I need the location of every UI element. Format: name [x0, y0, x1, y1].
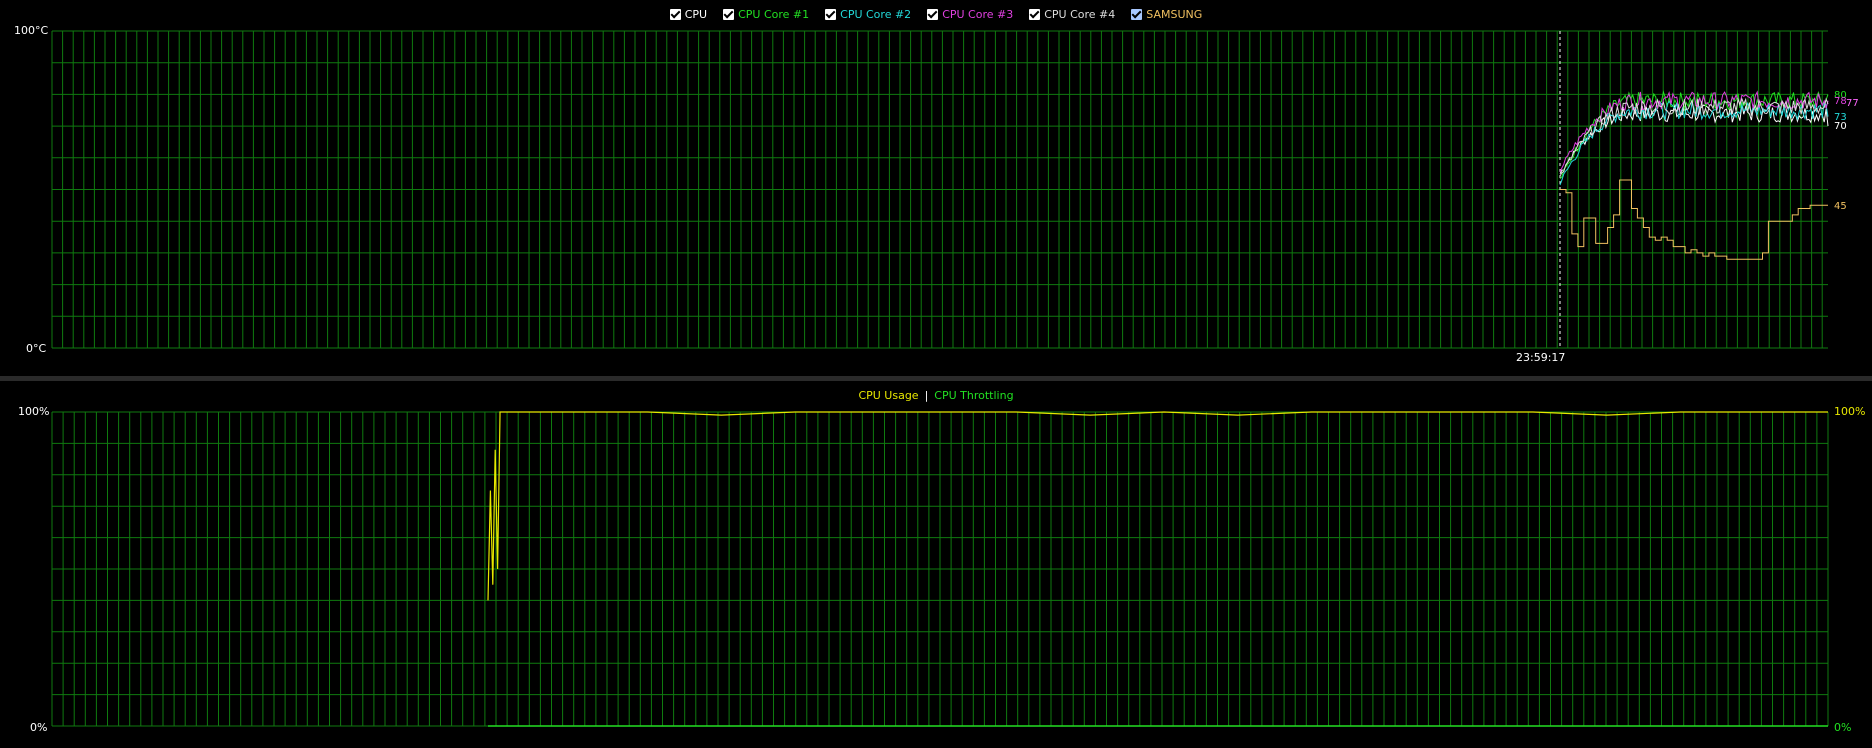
hardware-monitor-graphs: CPU CPU Core #1 CPU Core #2 CPU Core #3 CPU … — [0, 0, 1872, 748]
usage-panel: CPU Usage | CPU Throttling 100% 0% 100% … — [0, 381, 1872, 748]
temperature-panel: CPU CPU Core #1 CPU Core #2 CPU Core #3 CPU … — [0, 0, 1872, 376]
temp-series-cpu — [1559, 103, 1829, 174]
temp-series-samsung — [1560, 179, 1828, 260]
usage-grid — [51, 411, 1829, 727]
end-value-label: 70 — [1834, 121, 1847, 132]
usage-chart[interactable] — [0, 381, 1872, 748]
temp-series-cpu-core-1 — [1559, 90, 1829, 180]
temperature-chart[interactable]: 8078 77737045 — [0, 0, 1872, 376]
end-value-label: 45 — [1834, 201, 1847, 212]
temp-series-cpu-core-2 — [1559, 100, 1829, 186]
end-value-label: 77 — [1846, 98, 1859, 109]
end-value-label: 78 — [1834, 96, 1847, 107]
